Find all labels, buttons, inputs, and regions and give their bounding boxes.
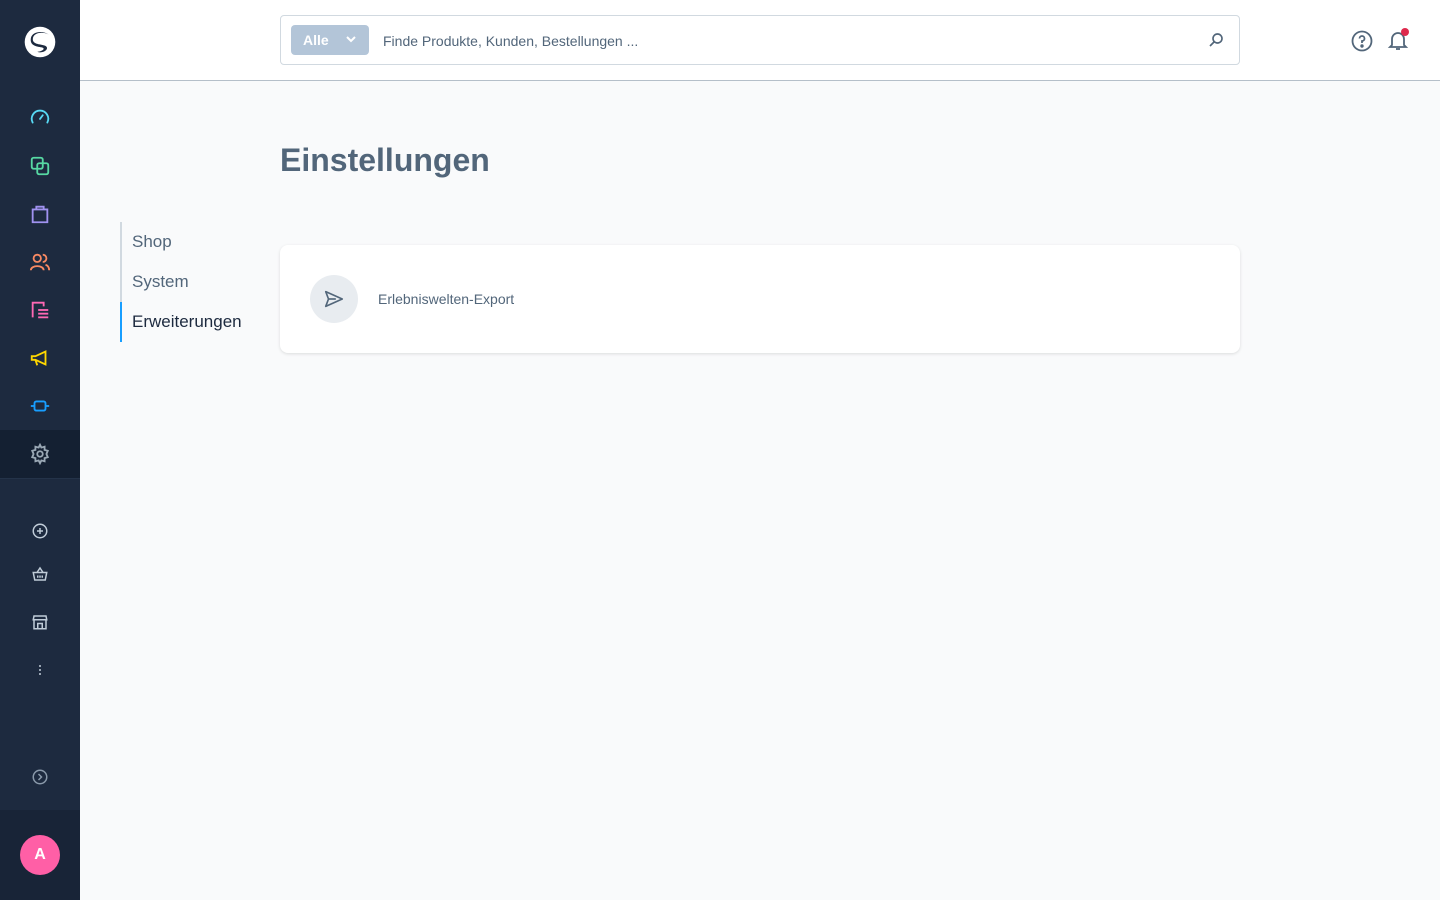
tab-shop[interactable]: Shop <box>120 222 260 262</box>
orders-icon <box>31 205 49 224</box>
content-icon <box>31 301 49 319</box>
global-search: Alle <box>280 15 1240 65</box>
search-type-select[interactable]: Alle <box>291 25 369 55</box>
avatar[interactable]: A <box>20 835 60 875</box>
nav-storefront[interactable] <box>0 598 80 646</box>
settings-item-label: Erlebniswelten-Export <box>378 291 515 307</box>
basket-icon <box>32 566 48 581</box>
settings-item-erlebniswelten-export[interactable]: Erlebniswelten-Export <box>310 275 514 323</box>
more-icon <box>39 665 41 675</box>
chevron-down-icon <box>346 36 356 43</box>
sidebar-divider <box>0 478 80 479</box>
nav-more[interactable] <box>0 646 80 694</box>
nav-content[interactable] <box>0 286 80 334</box>
nav-orders[interactable] <box>0 190 80 238</box>
customers-icon <box>29 253 51 271</box>
nav-customers[interactable] <box>0 238 80 286</box>
page-title: Einstellungen <box>280 142 490 178</box>
settings-icon <box>30 443 50 465</box>
add-icon <box>32 523 48 539</box>
nav-add[interactable] <box>0 507 80 555</box>
nav-dashboard[interactable] <box>0 94 80 142</box>
marketing-icon <box>30 350 47 366</box>
collapse-icon <box>32 769 48 785</box>
search-input[interactable] <box>383 30 1183 52</box>
settings-card: Erlebniswelten-Export <box>280 245 1240 353</box>
dashboard-icon <box>30 109 50 124</box>
top-bar: Alle <box>80 0 1440 81</box>
nav-settings[interactable] <box>0 430 80 478</box>
notification-badge <box>1401 28 1409 36</box>
tab-erweiterungen[interactable]: Erweiterungen <box>120 302 260 342</box>
help-icon[interactable] <box>1350 29 1374 53</box>
search-icon[interactable] <box>1207 31 1225 49</box>
tab-system[interactable]: System <box>120 262 260 302</box>
sidebar: A <box>0 0 80 900</box>
sidebar-collapse-button[interactable] <box>0 753 80 801</box>
shopware-logo[interactable] <box>20 22 60 62</box>
nav-catalog[interactable] <box>0 142 80 190</box>
nav-extensions[interactable] <box>0 382 80 430</box>
search-type-label: Alle <box>303 32 329 48</box>
extensions-icon <box>30 400 50 412</box>
nav-marketing[interactable] <box>0 334 80 382</box>
storefront-icon <box>32 615 48 630</box>
paper-plane-icon <box>310 275 358 323</box>
catalog-icon <box>30 156 50 176</box>
nav-basket[interactable] <box>0 550 80 598</box>
settings-tabs: Shop System Erweiterungen <box>120 222 260 342</box>
